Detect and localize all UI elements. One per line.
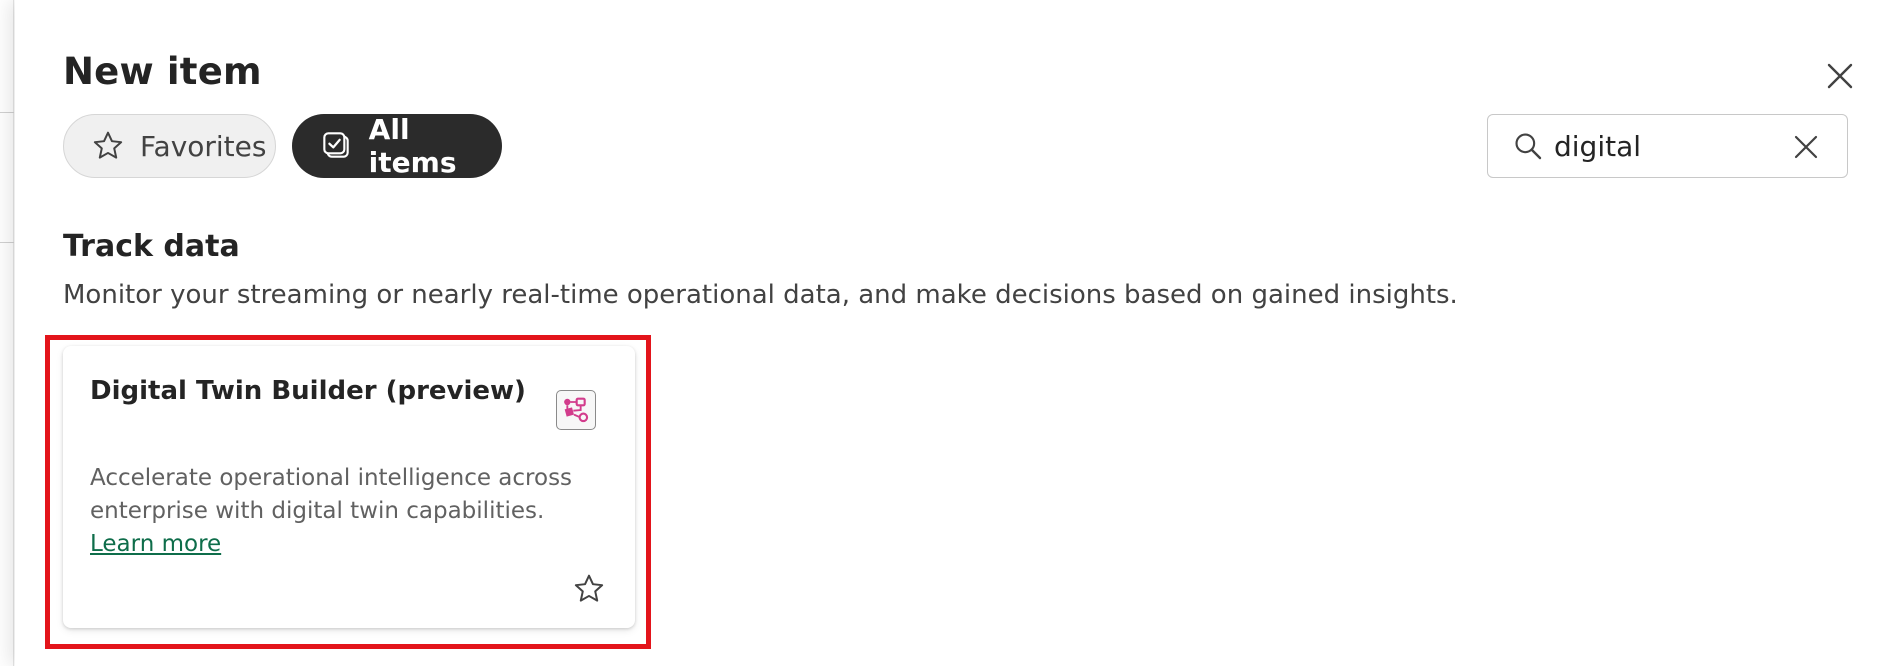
section-description: Monitor your streaming or nearly real-ti… bbox=[63, 280, 1458, 310]
all-items-icon bbox=[320, 128, 355, 164]
close-icon bbox=[1827, 63, 1853, 89]
star-icon bbox=[574, 574, 604, 602]
item-card-title: Digital Twin Builder (preview) bbox=[90, 376, 526, 406]
favorites-filter-button[interactable]: Favorites bbox=[63, 114, 276, 178]
all-items-filter-label: All items bbox=[368, 113, 457, 179]
clear-search-button[interactable] bbox=[1787, 128, 1825, 166]
close-icon bbox=[1794, 135, 1818, 159]
all-items-filter-button[interactable]: All items bbox=[292, 113, 502, 179]
star-icon bbox=[90, 128, 126, 164]
learn-more-link[interactable]: Learn more bbox=[90, 531, 221, 557]
item-card-description: Accelerate operational intelligence acro… bbox=[90, 462, 590, 561]
digital-twin-builder-icon bbox=[556, 390, 596, 430]
item-card-digital-twin-builder[interactable]: Digital Twin Builder (preview) Accelerat… bbox=[63, 346, 635, 628]
search-input[interactable] bbox=[1554, 129, 1774, 163]
search-icon bbox=[1510, 128, 1546, 164]
page-title: New item bbox=[63, 50, 262, 93]
close-button[interactable] bbox=[1820, 56, 1860, 96]
background-divider bbox=[0, 242, 14, 243]
favorites-filter-label: Favorites bbox=[140, 129, 267, 163]
new-item-panel: New item Favorites All items digital Tra… bbox=[15, 0, 1882, 666]
section-title: Track data bbox=[63, 229, 240, 264]
background-page bbox=[0, 0, 14, 666]
favorite-toggle-button[interactable] bbox=[570, 570, 608, 608]
search-box bbox=[1487, 114, 1848, 178]
item-card-description-text: Accelerate operational intelligence acro… bbox=[90, 465, 573, 524]
background-divider bbox=[0, 112, 14, 113]
